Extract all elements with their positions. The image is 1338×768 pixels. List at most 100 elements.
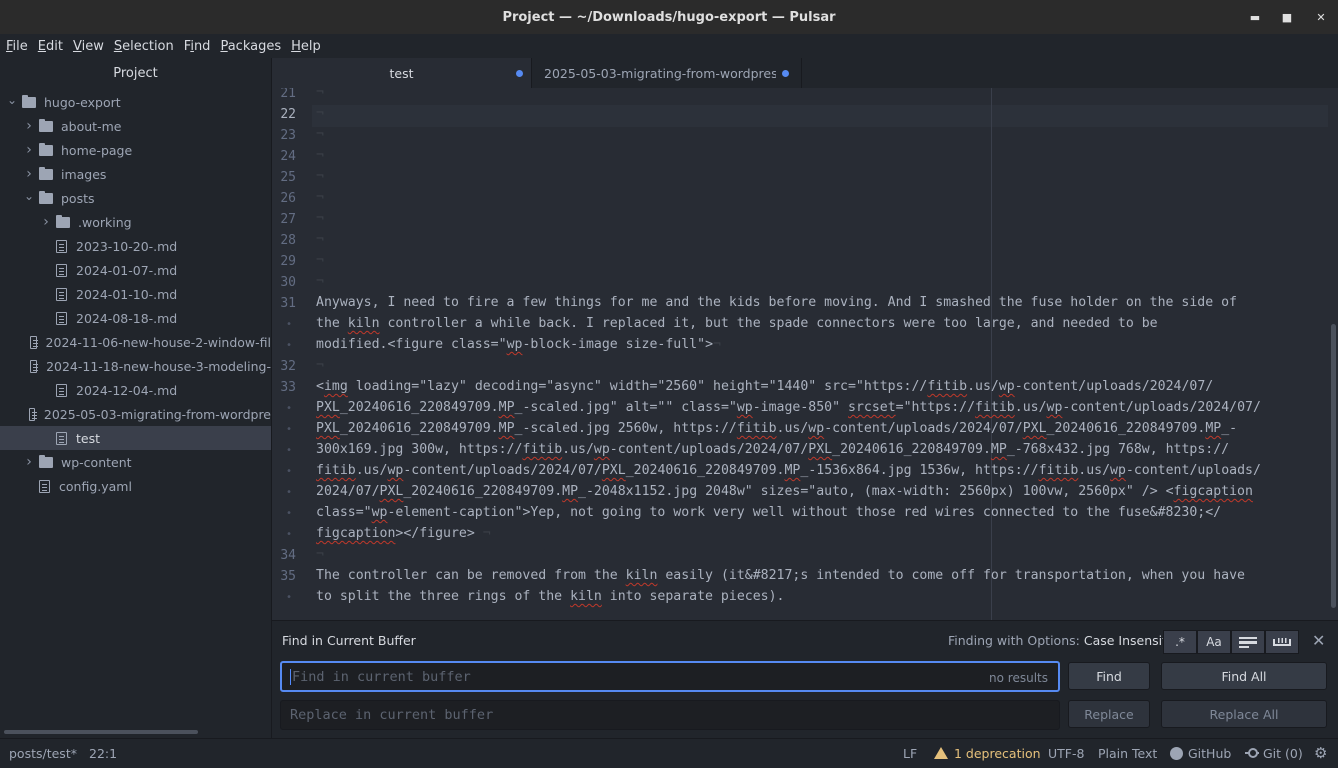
editor-line[interactable]: Anyways, I need to fire a few things for…: [316, 295, 1237, 310]
menu-view[interactable]: View: [73, 39, 104, 54]
replace-all-button[interactable]: Replace All: [1161, 700, 1327, 728]
editor-line[interactable]: The controller can be removed from the k…: [316, 568, 1245, 583]
tree-item-2024-01-07-md[interactable]: 2024-01-07-.md: [0, 258, 271, 282]
line-number[interactable]: 35: [272, 569, 296, 584]
line-number[interactable]: 21: [272, 88, 296, 101]
line-number[interactable]: 32: [272, 359, 296, 374]
line-number[interactable]: 27: [272, 212, 296, 227]
editor-line[interactable]: ¬: [316, 253, 324, 268]
editor-line[interactable]: class="wp-element-caption">Yep, not goin…: [316, 505, 1221, 520]
find-button[interactable]: Find: [1068, 662, 1150, 690]
menu-edit[interactable]: Edit: [38, 39, 63, 54]
tree-item-config-yaml[interactable]: config.yaml: [0, 474, 271, 498]
menu-help[interactable]: Help: [291, 39, 321, 54]
replace-button[interactable]: Replace: [1068, 700, 1150, 728]
line-number[interactable]: 24: [272, 149, 296, 164]
line-number[interactable]: 26: [272, 191, 296, 206]
status-git[interactable]: Git (0): [1245, 746, 1303, 761]
close-find-panel-icon[interactable]: ✕: [1312, 631, 1325, 650]
tree-item-working[interactable]: › .working: [0, 210, 271, 234]
line-number[interactable]: 34: [272, 548, 296, 563]
chevron-right-icon[interactable]: ›: [23, 118, 35, 134]
tree-item-2024-08-18-md[interactable]: 2024-08-18-.md: [0, 306, 271, 330]
editor-line[interactable]: PXL_20240616_220849709.MP_-scaled.jpg 25…: [316, 421, 1237, 436]
tree-item-2024-11-18-new-house-3-modeling[interactable]: 2024-11-18-new-house-3-modeling-: [0, 354, 271, 378]
maximize-icon[interactable]: ■: [1270, 0, 1304, 34]
close-window-icon[interactable]: ✕: [1304, 0, 1338, 34]
chevron-right-icon[interactable]: ›: [23, 166, 35, 182]
status-github[interactable]: GitHub: [1170, 746, 1231, 761]
editor-line[interactable]: ¬: [316, 148, 324, 163]
editor-line[interactable]: PXL_20240616_220849709.MP_-scaled.jpg" a…: [316, 400, 1261, 415]
tree-item-about-me[interactable]: › about-me: [0, 114, 271, 138]
line-number[interactable]: 28: [272, 233, 296, 248]
menu-packages[interactable]: Packages: [220, 39, 281, 54]
line-number[interactable]: 23: [272, 128, 296, 143]
editor-line[interactable]: 300x169.jpg 300w, https://fitib.us/wp-co…: [316, 442, 1229, 457]
editor-line[interactable]: to split the three rings of the kiln int…: [316, 589, 784, 604]
line-number[interactable]: 33: [272, 380, 296, 395]
case-sensitive-toggle-button[interactable]: Aa: [1197, 630, 1231, 654]
modified-indicator-icon[interactable]: [516, 70, 523, 77]
tree-item-posts[interactable]: ⌄ posts: [0, 186, 271, 210]
line-number[interactable]: 25: [272, 170, 296, 185]
regex-toggle-button[interactable]: .*: [1163, 630, 1197, 654]
line-number[interactable]: 31: [272, 296, 296, 311]
tree-item-hugo-export[interactable]: ⌄ hugo-export: [0, 90, 271, 114]
in-selection-toggle-button[interactable]: [1231, 630, 1265, 654]
tree-item-2024-12-04-md[interactable]: 2024-12-04-.md: [0, 378, 271, 402]
editor-line[interactable]: ¬: [316, 274, 324, 289]
editor-line[interactable]: the kiln controller a while back. I repl…: [316, 316, 1158, 331]
chevron-down-icon[interactable]: ⌄: [6, 93, 18, 107]
tree-item-wp-content[interactable]: › wp-content: [0, 450, 271, 474]
tree-item-test[interactable]: test: [0, 426, 271, 450]
tab-migrating-post[interactable]: 2025-05-03-migrating-from-wordpress-to-h: [532, 58, 802, 88]
editor-line[interactable]: modified.<figure class="wp-block-image s…: [316, 337, 721, 352]
minimize-icon[interactable]: ▬: [1238, 0, 1272, 34]
chevron-right-icon[interactable]: ›: [23, 142, 35, 158]
chevron-down-icon[interactable]: ⌄: [23, 189, 35, 203]
menu-file[interactable]: File: [6, 39, 28, 54]
text-editor[interactable]: 21 ¬ 22 ¬ 23 ¬ 24 ¬ 25 ¬ 26 ¬ 27 ¬ 28 ¬ 29 ¬ 30 ¬ 31 Anyways,…: [272, 88, 1338, 620]
modified-indicator-icon[interactable]: [782, 70, 789, 77]
editor-line[interactable]: ¬: [316, 358, 324, 373]
whole-word-toggle-button[interactable]: [1265, 630, 1299, 654]
tree-horizontal-scrollbar[interactable]: [4, 730, 198, 734]
editor-vertical-scrollbar[interactable]: [1331, 324, 1336, 608]
tree-item-images[interactable]: › images: [0, 162, 271, 186]
find-all-button[interactable]: Find All: [1161, 662, 1327, 690]
status-line-ending[interactable]: LF: [903, 746, 917, 761]
settings-gear-icon[interactable]: ⚙: [1314, 744, 1327, 762]
replace-input[interactable]: Replace in current buffer: [280, 700, 1060, 730]
tree-item-2023-10-20-md[interactable]: 2023-10-20-.md: [0, 234, 271, 258]
editor-line[interactable]: figcaption></figure> ¬: [316, 526, 491, 541]
tab-test[interactable]: test: [272, 58, 532, 88]
line-number[interactable]: 29: [272, 254, 296, 269]
chevron-right-icon[interactable]: ›: [40, 214, 52, 230]
menu-find[interactable]: Find: [184, 39, 211, 54]
tree-item-2024-11-06-new-house-2-window-fil[interactable]: 2024-11-06-new-house-2-window-fil: [0, 330, 271, 354]
tree-item-home-page[interactable]: › home-page: [0, 138, 271, 162]
editor-line[interactable]: ¬: [316, 232, 324, 247]
status-file-path[interactable]: posts/test*: [9, 746, 77, 761]
chevron-right-icon[interactable]: ›: [23, 454, 35, 470]
status-grammar[interactable]: Plain Text: [1098, 746, 1157, 761]
editor-line[interactable]: fitib.us/wp-content/uploads/2024/07/PXL_…: [316, 463, 1261, 478]
editor-line[interactable]: ¬: [316, 211, 324, 226]
editor-line[interactable]: <img loading="lazy" decoding="async" wid…: [316, 379, 1213, 394]
editor-line[interactable]: ¬: [316, 127, 324, 142]
status-deprecation[interactable]: 1 deprecation: [934, 746, 1041, 761]
line-number[interactable]: 30: [272, 275, 296, 290]
status-encoding[interactable]: UTF-8: [1048, 746, 1084, 761]
menu-selection[interactable]: Selection: [114, 39, 174, 54]
editor-line[interactable]: ¬: [316, 190, 324, 205]
status-cursor-position[interactable]: 22:1: [89, 746, 117, 761]
editor-line[interactable]: ¬: [316, 547, 324, 562]
tree-item-2025-05-03-migrating-from-wordpre[interactable]: 2025-05-03-migrating-from-wordpre: [0, 402, 271, 426]
editor-line[interactable]: ¬: [316, 169, 324, 184]
editor-line[interactable]: ¬: [316, 106, 324, 121]
editor-line[interactable]: 2024/07/PXL_20240616_220849709.MP_-2048x…: [316, 484, 1253, 499]
tree-item-2024-01-10-md[interactable]: 2024-01-10-.md: [0, 282, 271, 306]
find-input[interactable]: Find in current buffer no results: [280, 661, 1060, 692]
editor-line[interactable]: ¬: [316, 88, 324, 100]
